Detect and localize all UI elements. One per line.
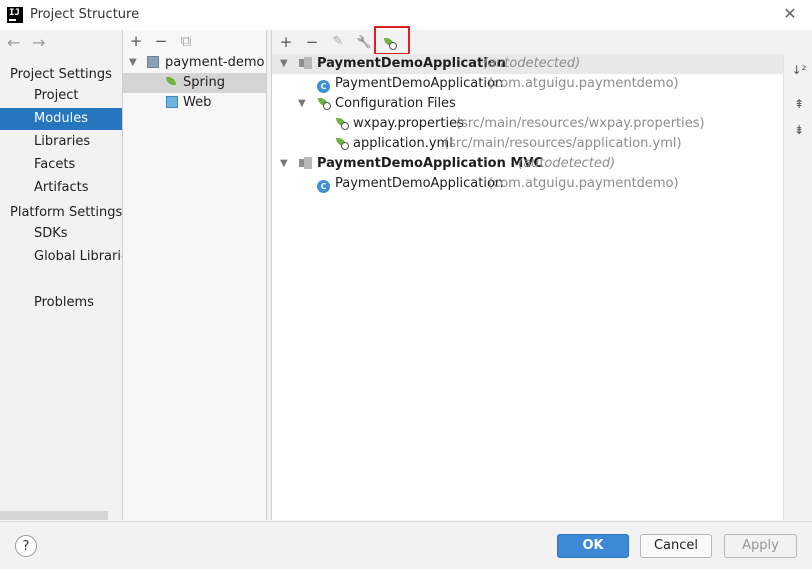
spring-properties-icon (335, 116, 349, 130)
nav-item-facets[interactable]: Facets (0, 154, 122, 176)
highlight-annotation-box (374, 26, 410, 55)
facet-row-web[interactable]: Web (123, 93, 266, 113)
tree-suffix: (autodetected) (483, 56, 581, 71)
tree-suffix: (com.atguigu.paymentdemo) (488, 76, 679, 91)
facet-label-spring: Spring (183, 75, 225, 90)
dialog-footer: ? OK Cancel Apply (0, 521, 812, 569)
spring-facet-panel: + − ✎ 🔧 ▼ PaymentDemoApplication (autode… (271, 26, 812, 520)
spring-leaf-icon (165, 75, 178, 88)
apply-button[interactable]: Apply (724, 534, 797, 558)
facet-label-web: Web (183, 95, 212, 110)
close-button[interactable]: ✕ (780, 4, 800, 24)
tree-label: PaymentDemoApplication (335, 176, 504, 191)
collapse-all-icon[interactable]: ⇟ (789, 120, 809, 140)
tree-row-mvc-class[interactable]: C PaymentDemoApplication (com.atguigu.pa… (272, 174, 783, 194)
nav-item-artifacts[interactable]: Artifacts (0, 177, 122, 199)
module-folder-icon (147, 56, 159, 68)
class-c-icon: C (317, 180, 330, 193)
tree-suffix: (src/main/resources/wxpay.properties) (456, 116, 705, 131)
tree-label: PaymentDemoApplication (317, 56, 506, 71)
back-arrow-icon[interactable]: ← (7, 33, 20, 52)
tree-label: wxpay.properties (353, 116, 464, 131)
spring-context-icon (299, 57, 312, 69)
tree-row-context-mvc[interactable]: ▼ PaymentDemoApplication MVC (autodetect… (272, 154, 783, 174)
module-row-payment-demo[interactable]: ▼ payment-demo (123, 53, 266, 73)
add-context-button[interactable]: + (277, 33, 295, 51)
intellij-logo-icon: IJ (7, 7, 23, 23)
tree-row-application-yml[interactable]: application.yml (src/main/resources/appl… (272, 134, 783, 154)
nav-item-libraries[interactable]: Libraries (0, 131, 122, 153)
ok-button[interactable]: OK (557, 534, 629, 558)
chevron-down-icon[interactable]: ▼ (129, 53, 137, 73)
tree-row-config-files[interactable]: ▼ Configuration Files (272, 94, 783, 114)
nav-item-project[interactable]: Project (0, 85, 122, 107)
add-module-button[interactable]: + (127, 32, 145, 50)
settings-nav: ← → Project Settings Project Modules Lib… (0, 30, 123, 520)
tree-suffix: (com.atguigu.paymentdemo) (488, 176, 679, 191)
chevron-down-icon[interactable]: ▼ (280, 54, 288, 74)
nav-item-modules[interactable]: Modules (0, 108, 122, 130)
sort-icon[interactable]: ↓² (789, 60, 809, 80)
wrench-settings-button[interactable]: 🔧 (355, 33, 373, 51)
forward-arrow-icon[interactable]: → (32, 33, 45, 52)
tree-row-context-app[interactable]: ▼ PaymentDemoApplication (autodetected) (272, 54, 783, 74)
module-name: payment-demo (165, 55, 265, 70)
tree-suffix: (autodetected) (518, 156, 616, 171)
expand-all-icon[interactable]: ⇞ (789, 94, 809, 114)
tree-label: PaymentDemoApplication (335, 76, 504, 91)
remove-context-button[interactable]: − (303, 33, 321, 51)
copy-module-button[interactable]: ⧉ (177, 32, 195, 50)
spring-toolbar: + − ✎ 🔧 (272, 26, 812, 55)
modules-tree-panel: + − ⧉ ▼ payment-demo Spring Web (123, 30, 267, 520)
nav-item-problems[interactable]: Problems (0, 292, 122, 314)
tree-label: PaymentDemoApplication MVC (317, 156, 543, 171)
nav-horizontal-scrollbar[interactable] (0, 511, 108, 520)
nav-item-sdks[interactable]: SDKs (0, 223, 122, 245)
nav-item-global-libraries[interactable]: Global Libraries (0, 246, 122, 268)
spring-context-icon (299, 157, 312, 169)
tree-actions-sidebar: ↓² ⇞ ⇟ (783, 54, 812, 520)
tree-suffix: (src/main/resources/application.yml) (444, 136, 682, 151)
facet-row-spring[interactable]: Spring (123, 73, 266, 93)
spring-config-folder-icon (317, 96, 331, 110)
tree-row-wxpay-properties[interactable]: wxpay.properties (src/main/resources/wxp… (272, 114, 783, 134)
platform-settings-header: Platform Settings (10, 205, 123, 220)
window-title: Project Structure (30, 7, 140, 22)
spring-yml-icon (335, 136, 349, 150)
edit-context-button[interactable]: ✎ (329, 33, 347, 51)
project-settings-header: Project Settings (10, 67, 112, 82)
tree-label: Configuration Files (335, 96, 456, 111)
web-facet-icon (166, 96, 178, 108)
chevron-down-icon[interactable]: ▼ (298, 94, 306, 114)
help-button[interactable]: ? (15, 535, 37, 557)
tree-label: application.yml (353, 136, 453, 151)
remove-module-button[interactable]: − (152, 32, 170, 50)
chevron-down-icon[interactable]: ▼ (280, 154, 288, 174)
tree-row-app-class[interactable]: C PaymentDemoApplication (com.atguigu.pa… (272, 74, 783, 94)
cancel-button[interactable]: Cancel (640, 534, 712, 558)
class-c-icon: C (317, 80, 330, 93)
